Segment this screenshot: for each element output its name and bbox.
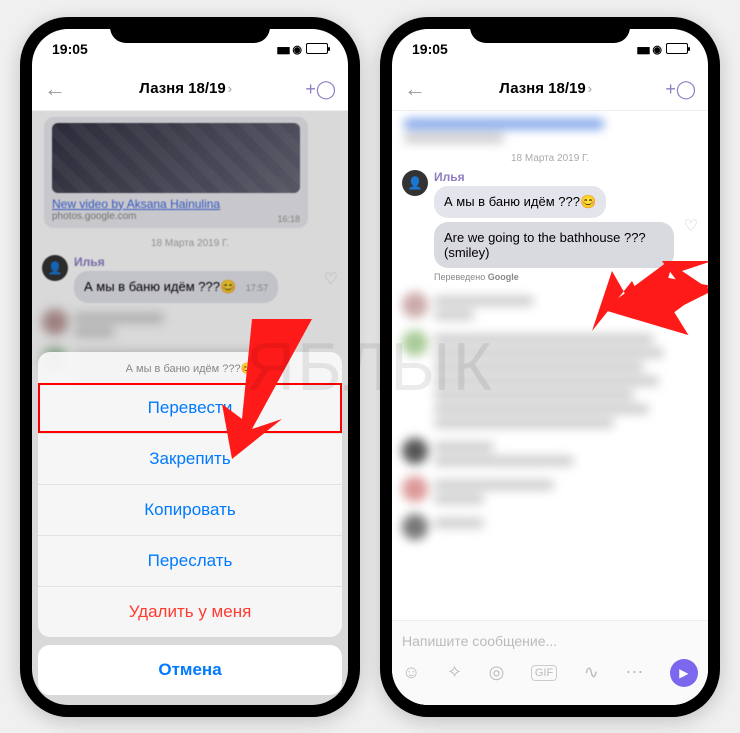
message-author: Илья	[434, 170, 674, 184]
chat-title[interactable]: Лазня 18/19	[139, 80, 225, 97]
camera-icon[interactable]: ◎	[489, 662, 505, 683]
phone-left: 19:05 ← Лазня 18/19› +◯ New video by Aks…	[20, 17, 360, 717]
sheet-forward[interactable]: Переслать	[38, 535, 342, 586]
message-text: А мы в баню идём ???	[444, 194, 580, 209]
heart-icon[interactable]: ♡	[684, 216, 698, 236]
notch	[110, 17, 270, 43]
smile-emoji-icon: 😊	[580, 194, 596, 210]
notch	[470, 17, 630, 43]
chat-title[interactable]: Лазня 18/19	[499, 80, 585, 97]
wifi-icon	[292, 42, 302, 56]
wifi-icon	[652, 42, 662, 56]
message-bubble[interactable]: А мы в баню идём ???😊	[434, 186, 606, 218]
date-separator: 18 Марта 2019 Г.	[392, 153, 708, 164]
chevron-right-icon: ›	[588, 81, 592, 96]
voice-icon[interactable]: ∿	[584, 662, 599, 683]
red-arrow-icon	[592, 261, 708, 361]
sticker-icon[interactable]: ✧	[447, 662, 462, 683]
message-input[interactable]: Напишите сообщение...	[402, 627, 698, 655]
navbar: ← Лазня 18/19› +◯	[32, 69, 348, 111]
back-button[interactable]: ←	[404, 76, 426, 102]
status-time: 19:05	[412, 41, 448, 57]
translation-text: Are we going to the bathhouse ??? (smile…	[444, 230, 646, 260]
add-user-button[interactable]: +◯	[665, 79, 696, 100]
battery-icon	[666, 43, 688, 54]
battery-icon	[306, 43, 328, 54]
chat-body: New video by Aksana Hainulina photos.goo…	[32, 111, 348, 705]
add-user-button[interactable]: +◯	[305, 79, 336, 100]
signal-icon	[277, 42, 289, 56]
navbar: ← Лазня 18/19› +◯	[392, 69, 708, 111]
signal-icon	[637, 42, 649, 56]
back-button[interactable]: ←	[44, 76, 66, 102]
more-icon[interactable]: ⋯	[625, 662, 643, 683]
emoji-icon[interactable]: ☺	[402, 662, 420, 683]
send-button[interactable]: ▶	[670, 659, 698, 687]
gif-icon[interactable]: GIF	[531, 665, 557, 681]
status-time: 19:05	[52, 41, 88, 57]
sheet-cancel[interactable]: Отмена	[38, 645, 342, 695]
composer: Напишите сообщение... ☺ ✧ ◎ GIF ∿ ⋯ ▶	[392, 620, 708, 705]
red-arrow-icon	[192, 319, 312, 459]
chat-body[interactable]: 18 Марта 2019 Г. 👤 Илья А мы в баню идём…	[392, 111, 708, 705]
chevron-right-icon: ›	[228, 81, 232, 96]
sheet-delete[interactable]: Удалить у меня	[38, 586, 342, 637]
sheet-copy[interactable]: Копировать	[38, 484, 342, 535]
phone-right: 19:05 ← Лазня 18/19› +◯ 18 Марта 2019 Г	[380, 17, 720, 717]
avatar[interactable]: 👤	[402, 170, 428, 196]
